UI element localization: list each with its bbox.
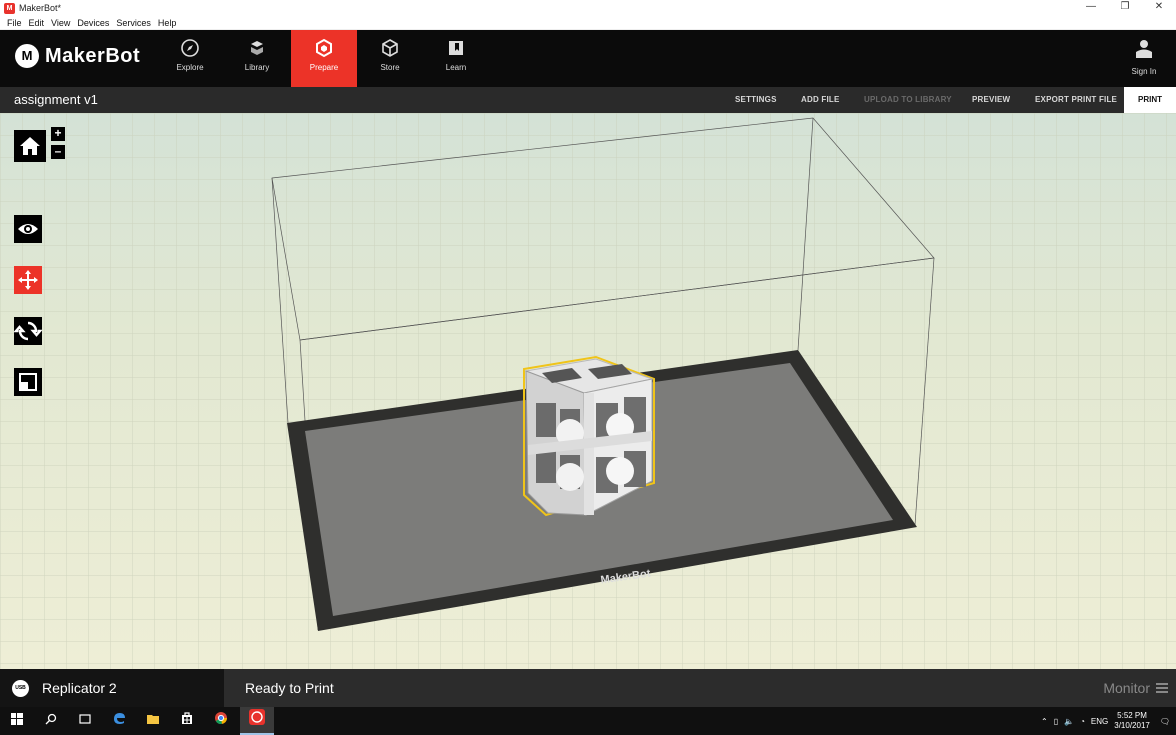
project-name[interactable]: assignment v1 [14, 92, 98, 107]
language-indicator[interactable]: ENG [1091, 717, 1108, 726]
menu-help[interactable]: Help [158, 18, 177, 28]
clock-date: 3/10/2017 [1114, 721, 1150, 730]
logo-mark: M [15, 44, 39, 68]
preview-button[interactable]: PREVIEW [972, 87, 1010, 113]
home-icon [20, 137, 40, 155]
export-print-file-button[interactable]: EXPORT PRINT FILE [1035, 87, 1117, 113]
tab-learn[interactable]: Learn [423, 30, 489, 87]
makerbot-app-icon: M [4, 2, 15, 14]
menu-services[interactable]: Services [116, 18, 151, 28]
menu-devices[interactable]: Devices [77, 18, 109, 28]
window-titlebar: M MakerBot* — ❐ ✕ [0, 0, 1176, 16]
chrome-button[interactable] [204, 707, 238, 735]
chrome-icon [215, 712, 227, 724]
print-button[interactable]: PRINT [1124, 87, 1176, 113]
minimize-button[interactable]: — [1074, 0, 1108, 16]
rotate-icon [13, 321, 43, 341]
menu-view[interactable]: View [51, 18, 70, 28]
tab-prepare[interactable]: Prepare [291, 30, 357, 87]
start-button[interactable] [0, 707, 34, 735]
windows-taskbar: ⌃ ▯ 🔈 ◔ ENG 5:52 PM 3/10/2017 🗨 [0, 707, 1176, 735]
prepare-icon [316, 38, 332, 58]
tab-prepare-label: Prepare [309, 63, 339, 72]
edge-browser-button[interactable] [102, 707, 136, 735]
search-button[interactable] [34, 707, 68, 735]
view-tool-button[interactable] [14, 215, 42, 243]
system-tray: ⌃ ▯ 🔈 ◔ ENG 5:52 PM 3/10/2017 🗨 [1041, 707, 1176, 735]
clock[interactable]: 5:52 PM 3/10/2017 [1114, 711, 1150, 731]
sign-in-label: Sign In [1131, 67, 1157, 76]
printer-selector[interactable]: USB Replicator 2 [0, 669, 224, 707]
add-file-button[interactable]: ADD FILE [801, 87, 840, 113]
monitor-button[interactable]: Monitor [1103, 680, 1168, 696]
tab-explore[interactable]: Explore [157, 30, 223, 87]
task-view-button[interactable] [68, 707, 102, 735]
library-icon [251, 41, 263, 55]
logo-wordmark: MakerBot [45, 44, 141, 67]
tab-library-label: Library [244, 63, 270, 72]
store-bag-icon [182, 712, 192, 724]
tab-library[interactable]: Library [224, 30, 290, 87]
task-view-icon [79, 714, 91, 724]
tray-overflow-icon[interactable]: ⌃ [1041, 717, 1048, 726]
tab-store[interactable]: Store [357, 30, 423, 87]
menu-edit[interactable]: Edit [29, 18, 45, 28]
makerbot-taskbar-button[interactable] [240, 707, 274, 735]
rotate-tool-button[interactable] [13, 317, 43, 345]
volume-icon[interactable]: 🔈 [1064, 717, 1074, 726]
build-scene: MakerBot [0, 113, 1176, 669]
search-icon [45, 713, 57, 725]
settings-button[interactable]: SETTINGS [735, 87, 777, 113]
makerbot-logo[interactable]: M MakerBot [15, 44, 140, 68]
printer-name: Replicator 2 [42, 680, 117, 696]
window-title: MakerBot* [19, 3, 62, 13]
tab-explore-label: Explore [176, 63, 204, 72]
close-button[interactable]: ✕ [1142, 0, 1176, 16]
print-status-text: Ready to Print [245, 680, 334, 696]
printer-status-bar: USB Replicator 2 Ready to Print Monitor [0, 669, 1176, 707]
monitor-label: Monitor [1103, 680, 1150, 696]
clock-time: 5:52 PM [1117, 711, 1147, 720]
file-explorer-button[interactable] [136, 707, 170, 735]
move-icon [18, 270, 38, 290]
scale-icon [19, 373, 37, 391]
learn-book-icon [449, 41, 463, 55]
home-view-button[interactable] [14, 130, 46, 162]
action-center-icon[interactable]: 🗨 [1160, 717, 1170, 726]
zoom-out-button[interactable]: – [51, 145, 65, 159]
battery-icon[interactable]: ▯ [1054, 717, 1058, 726]
project-bar: assignment v1 SETTINGS ADD FILE UPLOAD T… [0, 87, 1176, 113]
zoom-in-button[interactable]: + [51, 127, 65, 141]
usb-connection-icon: USB [12, 679, 29, 697]
windows-logo-icon [11, 713, 23, 725]
tab-store-label: Store [380, 63, 400, 72]
sign-in-button[interactable]: Sign In [1124, 38, 1164, 76]
compass-icon [181, 39, 199, 57]
menu-file[interactable]: File [7, 18, 22, 28]
tab-learn-label: Learn [445, 63, 467, 72]
build-viewport[interactable]: MakerBot + – [0, 113, 1176, 669]
scale-tool-button[interactable] [14, 368, 42, 396]
upload-to-library-button[interactable]: UPLOAD TO LIBRARY [864, 87, 952, 113]
store-app-button[interactable] [170, 707, 204, 735]
menu-bar: File Edit View Devices Services Help [0, 16, 1176, 30]
user-icon [1136, 40, 1152, 58]
eye-icon [18, 224, 38, 234]
store-box-icon [382, 39, 398, 57]
move-tool-button[interactable] [14, 266, 42, 294]
edge-icon [114, 713, 125, 724]
top-navigation: M MakerBot Explore Library Prepare Store… [0, 30, 1176, 87]
folder-icon [147, 715, 159, 724]
makerbot-taskbar-icon [249, 709, 265, 725]
network-icon[interactable]: ◔ [1080, 717, 1085, 726]
restore-button[interactable]: ❐ [1108, 0, 1142, 16]
hamburger-menu-icon [1156, 683, 1168, 693]
